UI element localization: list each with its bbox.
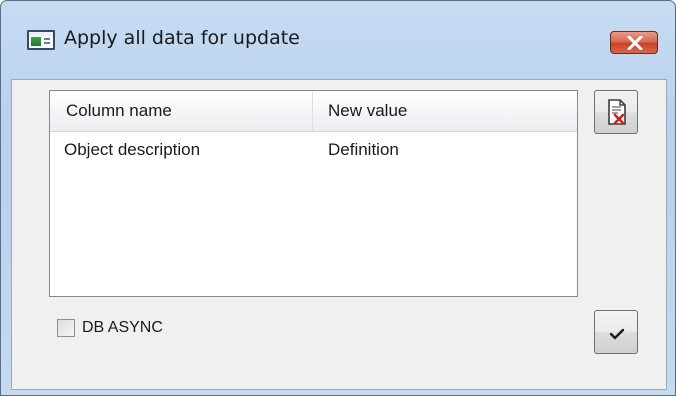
column-header-column-name[interactable]: Column name: [50, 91, 313, 131]
table-row[interactable]: Object description Definition: [50, 133, 577, 167]
checkmark-icon: [609, 328, 625, 340]
application-window-icon: [27, 30, 55, 50]
cell-new-value: Definition: [328, 140, 399, 159]
close-button[interactable]: [610, 31, 658, 54]
title-bar[interactable]: Apply all data for update: [1, 1, 675, 79]
window-title: Apply all data for update: [64, 27, 300, 49]
db-async-checkbox[interactable]: [57, 319, 75, 337]
dialog-body: Column name New value Object description…: [11, 79, 667, 390]
db-async-label: DB ASYNC: [82, 319, 163, 336]
dialog-window: Apply all data for update Column name Ne…: [0, 0, 676, 396]
table-header: Column name New value: [50, 91, 577, 132]
delete-row-button[interactable]: [594, 90, 638, 134]
confirm-button[interactable]: [594, 310, 638, 354]
delete-document-icon: [608, 99, 626, 125]
update-data-table: Column name New value Object description…: [49, 90, 578, 297]
cell-column-name: Object description: [64, 140, 201, 159]
column-header-new-value[interactable]: New value: [313, 91, 577, 131]
close-icon: [627, 36, 643, 50]
